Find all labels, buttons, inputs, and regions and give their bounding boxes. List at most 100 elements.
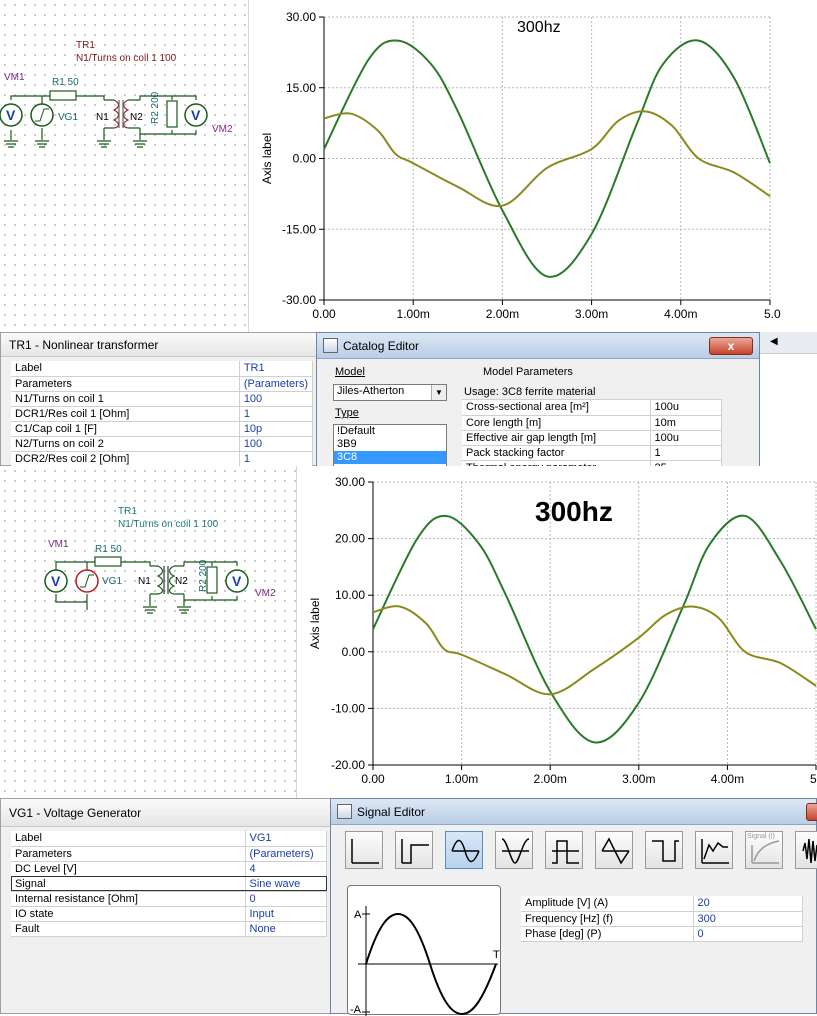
vm1-meter[interactable]: V (0, 103, 23, 127)
property-label: IO state (11, 906, 246, 922)
property-row[interactable]: Effective air gap length [m] 100u (462, 430, 722, 446)
property-label: Internal resistance [Ohm] (11, 891, 246, 907)
property-row[interactable]: Amplitude [V] (A) 20 (521, 896, 803, 912)
sine-wave-button[interactable] (445, 831, 483, 869)
property-value[interactable]: 1 (650, 445, 722, 461)
property-value[interactable]: 20 (693, 896, 803, 912)
vg1-source[interactable] (30, 103, 54, 127)
catalog-editor-window[interactable]: Catalog Editor x Model Model Parameters … (316, 332, 760, 476)
square-pulse-button[interactable] (545, 831, 583, 869)
signal-editor-title: Signal Editor (357, 805, 426, 819)
type-list-item[interactable]: 3C8 (334, 451, 446, 464)
property-row[interactable]: Signal Sine wave (11, 876, 327, 892)
signal-params-table[interactable]: Amplitude [V] (A) 20 Frequency [Hz] (f) 300… (521, 896, 803, 942)
y-tick-label: -30.00 (282, 293, 316, 307)
triangle-wave-button[interactable] (595, 831, 633, 869)
property-value[interactable]: Input (245, 906, 327, 922)
property-row[interactable]: C1/Cap coil 1 [F] 10p (11, 421, 314, 437)
property-value[interactable]: 0 (245, 891, 327, 907)
property-value[interactable]: 10p (239, 421, 314, 437)
signal-type-toolbar[interactable]: Signal (t) (331, 825, 817, 875)
r1-resistor[interactable] (49, 90, 77, 101)
property-row[interactable]: DCR2/Res coil 2 [Ohm] 1 (11, 451, 314, 467)
type-list-item[interactable]: 3B9 (334, 438, 446, 451)
noise-button[interactable] (795, 831, 817, 869)
property-row[interactable]: Cross-sectional area [m²] 100u (462, 400, 722, 416)
plot-panel-top[interactable]: 0.00 1.00m 2.00m 3.00m 4.00m 5.0 30.00 15.00 0.0… (248, 0, 817, 334)
property-row[interactable]: IO state Input (11, 906, 327, 922)
property-label: Frequency [Hz] (f) (521, 911, 694, 927)
unit-step-button[interactable] (345, 831, 383, 869)
tr1-name-label: TR1 (118, 506, 137, 517)
property-row[interactable]: Label VG1 (11, 831, 327, 847)
property-value[interactable]: Sine wave (245, 876, 327, 892)
vg1-source[interactable] (75, 569, 99, 593)
property-value[interactable]: 4 (245, 861, 327, 877)
property-label: Parameters (11, 376, 240, 392)
property-row[interactable]: Parameters (Parameters) (11, 846, 327, 862)
type-list-item[interactable]: !Default (334, 425, 446, 438)
r2-resistor[interactable] (166, 100, 178, 128)
property-row[interactable]: Label TR1 (11, 361, 314, 377)
r1-resistor[interactable] (94, 556, 122, 567)
property-row[interactable]: Internal resistance [Ohm] 0 (11, 891, 327, 907)
property-label: Core length [m] (462, 415, 651, 431)
catalog-close-button[interactable]: x (709, 337, 753, 355)
x-tick-label: 0.00 (312, 307, 336, 321)
property-row[interactable]: Parameters (Parameters) (11, 376, 314, 392)
property-label: Fault (11, 921, 246, 937)
property-value[interactable]: 100 (239, 391, 314, 407)
property-row[interactable]: N1/Turns on coil 1 100 (11, 391, 314, 407)
step-button[interactable] (395, 831, 433, 869)
svg-text:V: V (6, 107, 16, 123)
property-row[interactable]: DC Level [V] 4 (11, 861, 327, 877)
tr1-properties-dialog[interactable]: TR1 - Nonlinear transformer Label TR1 Para… (0, 332, 320, 467)
property-value[interactable]: TR1 (239, 361, 314, 377)
vm2-meter[interactable]: V (184, 103, 208, 127)
square-wave-button[interactable] (645, 831, 683, 869)
vm1-meter[interactable]: V (44, 569, 68, 593)
property-value[interactable]: 10m (650, 415, 722, 431)
catalog-params-table[interactable]: Cross-sectional area [m²] 100u Core length… (462, 400, 722, 476)
property-value[interactable]: (Parameters) (245, 846, 327, 862)
property-row[interactable]: DCR1/Res coil 1 [Ohm] 1 (11, 406, 314, 422)
dropdown-arrow-icon[interactable]: ▼ (431, 385, 446, 400)
property-row[interactable]: Fault None (11, 921, 327, 937)
tr1-properties-table[interactable]: Label TR1 Parameters (Parameters) N1/Turns o… (11, 361, 314, 467)
schematic-top[interactable]: TR1 N1/Turns on coil 1 100 VM1 R1 50 VG1… (0, 0, 248, 160)
y-tick-label: 20.00 (335, 532, 365, 546)
cosine-wave-button[interactable] (495, 831, 533, 869)
scroll-left-arrow[interactable]: ◀ (770, 336, 778, 347)
property-value[interactable]: 100u (650, 430, 722, 446)
vg1-properties-table[interactable]: Label VG1 Parameters (Parameters) DC Level [… (11, 831, 327, 937)
vm2-meter[interactable]: V (225, 569, 249, 593)
property-value[interactable]: 1 (239, 406, 314, 422)
property-value[interactable]: 1 (239, 451, 314, 467)
piecewise-linear-button[interactable] (695, 831, 733, 869)
neg-amplitude-axis-label: -A (350, 1004, 361, 1016)
property-value[interactable]: 100 (239, 436, 314, 452)
property-value[interactable]: (Parameters) (239, 376, 314, 392)
signal-editor-window[interactable]: Signal Editor Signal (t) A T -A Amplitud… (330, 798, 817, 1016)
property-row[interactable]: Core length [m] 10m (462, 415, 722, 431)
signal-function-button[interactable]: Signal (t) (745, 831, 783, 869)
plot-panel-bottom[interactable]: 0.00 1.00m 2.00m 3.00m 4.00m 5 30.00 20.00 10.00… (296, 466, 817, 800)
property-value[interactable]: None (245, 921, 327, 937)
property-row[interactable]: Frequency [Hz] (f) 300 (521, 911, 803, 927)
property-row[interactable]: Phase [deg] (P) 0 (521, 926, 803, 942)
waveform-chart-top[interactable]: 0.00 1.00m 2.00m 3.00m 4.00m 5.0 30.00 15.00 0.0… (249, 0, 817, 334)
y-tick-label: 0.00 (293, 152, 317, 166)
property-value[interactable]: 100u (650, 400, 722, 416)
property-row[interactable]: Pack stacking factor 1 (462, 445, 722, 461)
type-list[interactable]: !Default 3B9 3C8 (333, 424, 447, 468)
schematic-bottom[interactable]: TR1 N1/Turns on coil 1 100 VM1 R1 50 VG1… (0, 466, 296, 626)
vg1-properties-dialog[interactable]: VG1 - Voltage Generator Label VG1 Paramete… (0, 798, 334, 1014)
property-row[interactable]: N2/Turns on coil 2 100 (11, 436, 314, 452)
x-tick-label: 5.0 (764, 307, 781, 321)
r2-resistor[interactable] (206, 566, 218, 594)
signal-close-button[interactable] (806, 803, 817, 821)
property-value[interactable]: VG1 (245, 831, 327, 847)
property-value[interactable]: 300 (693, 911, 803, 927)
property-value[interactable]: 0 (693, 926, 803, 942)
model-select[interactable]: Jiles-Atherton ▼ (333, 384, 447, 401)
